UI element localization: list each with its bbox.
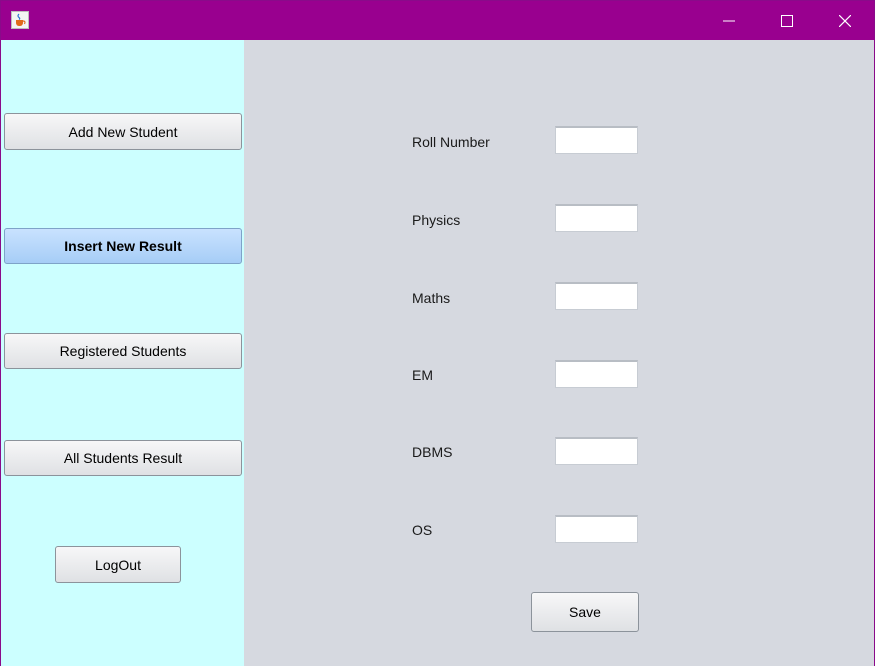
title-bar[interactable] — [1, 1, 874, 40]
close-icon — [839, 15, 851, 27]
all-students-result-button[interactable]: All Students Result — [4, 440, 242, 476]
maths-label: Maths — [412, 290, 451, 306]
result-form-panel: Roll Number Physics Maths EM DBMS OS Sav… — [244, 40, 874, 666]
dbms-field[interactable] — [555, 437, 638, 465]
physics-input[interactable] — [556, 206, 637, 231]
app-window: Add New Student Insert New Result Regist… — [0, 0, 875, 666]
maximize-button[interactable] — [758, 1, 816, 40]
em-label: EM — [412, 367, 433, 383]
maximize-icon — [781, 15, 793, 27]
physics-field[interactable] — [555, 204, 638, 232]
add-new-student-button[interactable]: Add New Student — [4, 113, 242, 150]
dbms-label: DBMS — [412, 444, 453, 460]
minimize-button[interactable] — [700, 1, 758, 40]
java-cup-icon — [11, 11, 29, 29]
os-field[interactable] — [555, 515, 638, 543]
em-input[interactable] — [556, 362, 637, 387]
roll-number-label: Roll Number — [412, 134, 490, 150]
physics-label: Physics — [412, 212, 461, 228]
logout-button[interactable]: LogOut — [55, 546, 181, 583]
dbms-input[interactable] — [556, 439, 637, 464]
insert-new-result-button[interactable]: Insert New Result — [4, 228, 242, 264]
registered-students-button[interactable]: Registered Students — [4, 333, 242, 369]
roll-number-input[interactable] — [556, 128, 637, 153]
os-input[interactable] — [556, 517, 637, 542]
maths-field[interactable] — [555, 282, 638, 310]
sidebar: Add New Student Insert New Result Regist… — [1, 40, 244, 666]
save-button[interactable]: Save — [531, 592, 639, 632]
em-field[interactable] — [555, 360, 638, 388]
maths-input[interactable] — [556, 284, 637, 309]
close-button[interactable] — [816, 1, 874, 40]
roll-number-field[interactable] — [555, 126, 638, 154]
minimize-icon — [723, 20, 735, 22]
os-label: OS — [412, 522, 433, 538]
